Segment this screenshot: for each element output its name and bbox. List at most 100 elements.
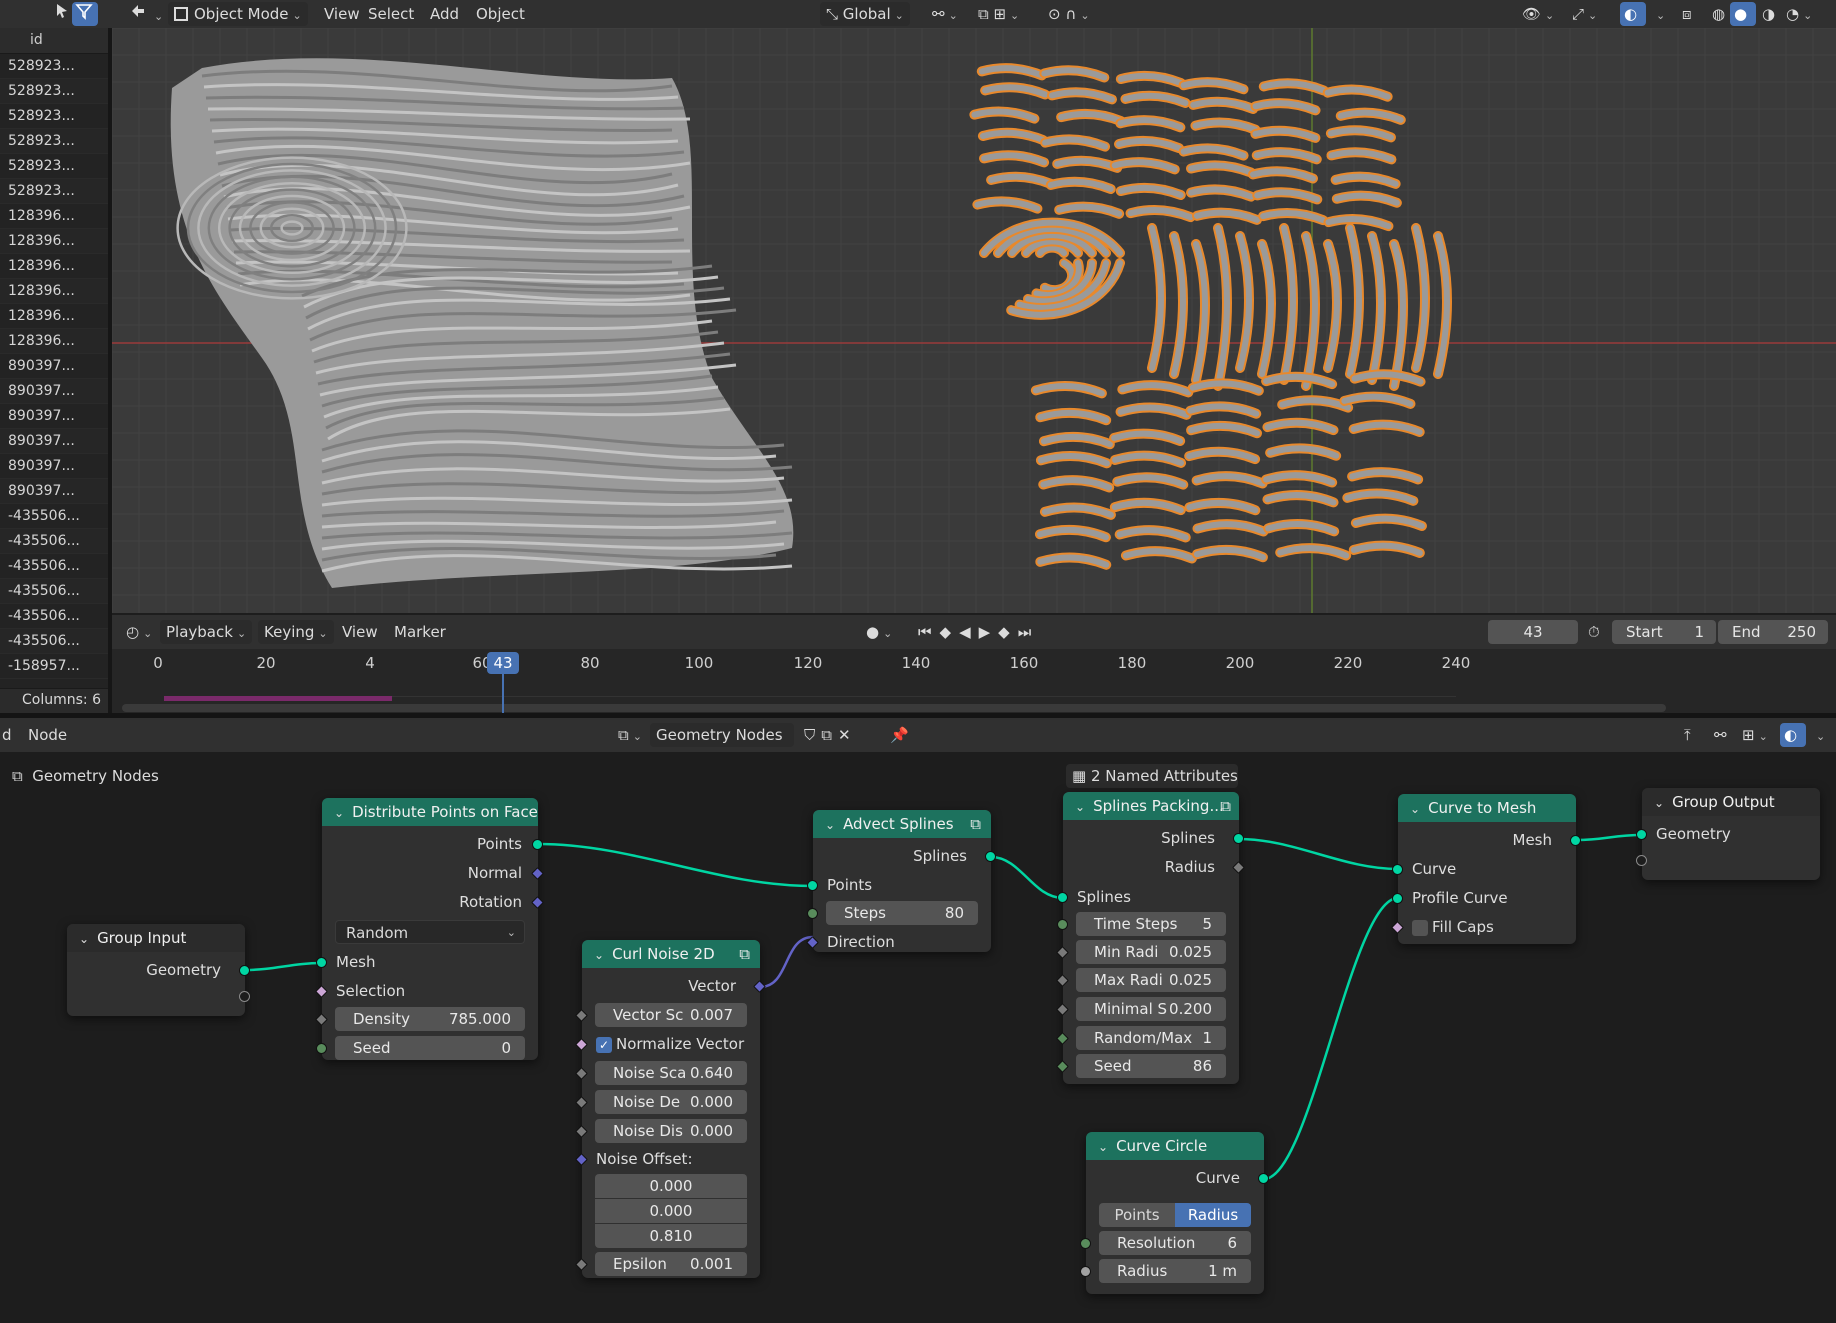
input-min-radius-socket[interactable] (1056, 946, 1069, 959)
node-curl-noise-2d[interactable]: ⌄ Curl Noise 2D ⧉ Vector Vector Sc 0.007 ✓ … (575, 940, 766, 1278)
node-link[interactable] (1575, 833, 1643, 842)
distribute-method-dropdown[interactable]: Random ⌄ (335, 920, 525, 944)
parent-tree-icon[interactable]: ⤒ (1678, 723, 1697, 747)
max-radius-field[interactable]: Max Radi 0.025 (1076, 968, 1226, 992)
normalize-vector-checkbox[interactable]: ✓ (596, 1037, 612, 1053)
output-radius-socket[interactable] (1232, 861, 1245, 874)
input-epsilon-socket[interactable] (575, 1258, 588, 1271)
node-tree-browse-icon[interactable]: ⧉ ⌄ (612, 723, 648, 747)
node-header[interactable]: ⌄ Group Input (67, 924, 245, 952)
output-mesh-socket[interactable] (1570, 835, 1581, 846)
input-normalize-socket[interactable] (575, 1038, 588, 1051)
node-curve-to-mesh[interactable]: ⌄ Curve to Mesh Mesh Curve Profile Curve … (1391, 794, 1581, 944)
input-noise-offset-socket[interactable] (575, 1153, 588, 1166)
input-random-max-socket[interactable] (1056, 1032, 1069, 1045)
output-geometry-socket[interactable] (239, 965, 250, 976)
output-splines-socket[interactable] (1233, 833, 1244, 844)
snap-grid-icon[interactable]: ⊞ ⌄ (1736, 723, 1774, 747)
snap-icon[interactable]: ⧉ ⊞ ⌄ (972, 2, 1025, 26)
noise-scale-field[interactable]: Noise Sca 0.640 (595, 1061, 747, 1085)
fill-caps-checkbox[interactable] (1412, 920, 1428, 936)
menu-marker[interactable]: Marker (388, 620, 452, 644)
min-radius-field[interactable]: Min Radi 0.025 (1076, 940, 1226, 964)
stopwatch-icon[interactable]: ⏱ (1582, 620, 1606, 644)
input-steps-socket[interactable] (807, 908, 818, 919)
node-overlays-dropdown-icon[interactable]: ⌄ (1806, 723, 1831, 747)
mode-points-button[interactable]: Points (1099, 1203, 1175, 1227)
mode-radius-button[interactable]: Radius (1175, 1203, 1251, 1227)
noise-distortion-field[interactable]: Noise Dis 0.000 (595, 1119, 747, 1143)
menu-view[interactable]: View (318, 2, 366, 26)
node-header[interactable]: ⌄ Curl Noise 2D ⧉ (582, 940, 760, 968)
input-points-socket[interactable] (807, 880, 818, 891)
playhead[interactable]: 43 (487, 652, 519, 674)
menu-timeline-view[interactable]: View (336, 620, 384, 644)
timeline-body[interactable]: 0 20 4 60 80 100 120 140 160 180 200 220 240 43 (112, 649, 1836, 713)
input-curve-socket[interactable] (1392, 864, 1403, 875)
input-density-socket[interactable] (315, 1013, 328, 1026)
menu-playback[interactable]: Playback ⌄ (160, 620, 253, 644)
timeline-scrollbar[interactable] (122, 704, 1666, 712)
time-steps-field[interactable]: Time Steps 5 (1076, 912, 1226, 936)
play-reverse-icon[interactable]: ◀ (959, 623, 979, 641)
output-normal-socket[interactable] (531, 867, 544, 880)
gizmo-icon[interactable]: ⤢ ⌄ (1566, 2, 1603, 26)
node-link[interactable] (1263, 896, 1399, 1181)
noise-offset-y-field[interactable]: 0.000 (595, 1199, 747, 1223)
input-time-steps-socket[interactable] (1057, 919, 1068, 930)
input-noise-scale-socket[interactable] (575, 1067, 588, 1080)
mode-dropdown[interactable]: Object Mode ⌄ (168, 2, 308, 26)
node-editor[interactable]: ⧉ Geometry Nodes ⌄ Group Input Geometry ⌄… (0, 752, 1836, 1323)
input-selection-socket[interactable] (315, 985, 328, 998)
column-header-id[interactable]: id (30, 32, 43, 48)
input-splines-socket[interactable] (1057, 892, 1068, 903)
node-curve-circle[interactable]: ⌄ Curve Circle Curve Points Radius Resolu… (1080, 1132, 1269, 1294)
overlays-dropdown-icon[interactable]: ⌄ (1646, 2, 1671, 26)
node-group-icon[interactable]: ⧉ (739, 940, 750, 968)
input-empty-socket[interactable] (1636, 855, 1647, 866)
noise-offset-z-field[interactable]: 0.810 (595, 1224, 747, 1248)
material-shading-icon[interactable]: ◑ (1756, 2, 1781, 26)
vector-scale-field[interactable]: Vector Sc 0.007 (595, 1003, 747, 1027)
jump-start-icon[interactable]: ⏮ (918, 623, 940, 641)
duplicate-icon[interactable]: ⧉ (821, 726, 838, 744)
output-splines-socket[interactable] (985, 851, 996, 862)
node-header[interactable]: ⌄ Splines Packing... ⧉ (1063, 792, 1239, 820)
node-overlays-icon[interactable]: ◐ (1780, 723, 1806, 747)
density-field[interactable]: Density 785.000 (335, 1007, 525, 1031)
visibility-icon[interactable]: 👁 ⌄ (1516, 2, 1560, 26)
rendered-shading-icon[interactable]: ◔ ⌄ (1780, 2, 1818, 26)
radius-field[interactable]: Radius 1 m (1099, 1259, 1251, 1283)
input-geometry-socket[interactable] (1636, 829, 1647, 840)
input-direction-socket[interactable] (806, 936, 819, 949)
node-distribute-points-on-faces[interactable]: ⌄ Distribute Points on Faces Points Norma… (315, 798, 544, 1060)
wireframe-shading-icon[interactable]: ◍ (1706, 2, 1731, 26)
output-rotation-socket[interactable] (531, 896, 544, 909)
start-frame-field[interactable]: Start 1 (1612, 620, 1716, 644)
menu-keying[interactable]: Keying ⌄ (258, 620, 334, 644)
node-link[interactable] (759, 935, 814, 989)
node-advect-splines[interactable]: ⌄ Advect Splines ⧉ Splines Points Steps 80 … (806, 810, 996, 952)
menu-select[interactable]: Select (362, 2, 420, 26)
end-frame-field[interactable]: End 250 (1718, 620, 1828, 644)
input-profile-curve-socket[interactable] (1392, 893, 1403, 904)
input-mesh-socket[interactable] (316, 957, 327, 968)
solid-shading-icon[interactable]: ● (1730, 2, 1756, 26)
random-max-field[interactable]: Random/Max 1 (1076, 1026, 1226, 1050)
named-attributes-badge[interactable]: ▦ 2 Named Attributes (1066, 764, 1238, 788)
minimal-spacing-field[interactable]: Minimal S 0.200 (1076, 997, 1226, 1021)
pivot-icon[interactable]: ⚯ ⌄ (926, 2, 964, 26)
input-radius-socket[interactable] (1080, 1266, 1091, 1277)
input-fill-caps-socket[interactable] (1391, 921, 1404, 934)
input-seed-socket[interactable] (316, 1043, 327, 1054)
node-group-input[interactable]: ⌄ Group Input Geometry (67, 924, 250, 1016)
viewport-canvas[interactable] (112, 28, 1836, 613)
node-splines-packing[interactable]: ⌄ Splines Packing... ⧉ Splines Radius Spli… (1056, 792, 1245, 1084)
output-vector-socket[interactable] (753, 980, 766, 993)
prev-keyframe-icon[interactable]: ◆ (940, 623, 960, 641)
node-group-icon[interactable]: ⧉ (970, 810, 981, 838)
noise-detail-field[interactable]: Noise De 0.000 (595, 1090, 747, 1114)
unlink-icon[interactable]: ✕ (838, 726, 857, 744)
editor-type-icon[interactable]: ⌄ (124, 2, 169, 26)
node-link[interactable] (990, 855, 1064, 900)
